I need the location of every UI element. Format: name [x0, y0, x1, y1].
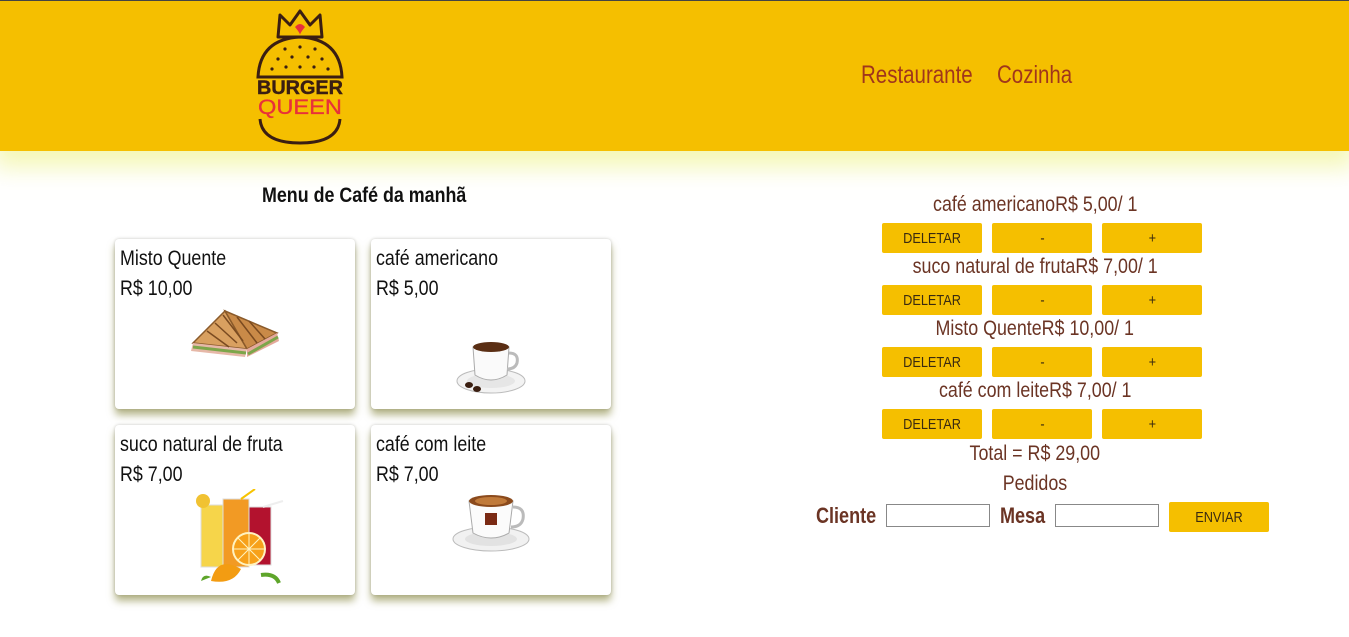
- delete-button[interactable]: DELETAR: [882, 285, 982, 315]
- menu-item-price: R$ 5,00: [376, 277, 439, 300]
- menu-item-card[interactable]: café americano R$ 5,00: [371, 239, 611, 409]
- menu-title: Menu de Café da manhã: [262, 184, 467, 207]
- espresso-cup-icon: [456, 342, 526, 394]
- client-label: Cliente: [816, 503, 877, 528]
- burger-queen-logo[interactable]: BURGER QUEEN: [250, 7, 350, 147]
- menu-item-price: R$ 10,00: [120, 277, 193, 300]
- order-item-text: café americanoR$ 5,00/ 1: [932, 193, 1138, 216]
- order-item-text: café com leiteR$ 7,00/ 1: [938, 379, 1132, 402]
- menu-item-price: R$ 7,00: [376, 463, 439, 486]
- client-input[interactable]: [886, 504, 990, 527]
- menu-item-name: café com leite: [376, 433, 487, 456]
- orders-label: Pedidos: [1002, 472, 1068, 495]
- menu-item-name: Misto Quente: [120, 247, 227, 270]
- delete-button[interactable]: DELETAR: [882, 409, 982, 439]
- nav-cozinha-link[interactable]: Cozinha: [997, 61, 1072, 90]
- logo-queen-text: QUEEN: [258, 96, 342, 119]
- table-input[interactable]: [1055, 504, 1159, 527]
- main-nav: Restaurante Cozinha: [861, 61, 1089, 90]
- juice-glasses-icon: [196, 489, 284, 584]
- increase-button[interactable]: +: [1102, 223, 1202, 253]
- table-label: Mesa: [1000, 503, 1046, 528]
- nav-restaurante-link[interactable]: Restaurante: [861, 61, 973, 90]
- menu-item-card[interactable]: café com leite R$ 7,00: [371, 425, 611, 595]
- order-item-text: Misto QuenteR$ 10,00/ 1: [935, 317, 1135, 340]
- menu-item-price: R$ 7,00: [120, 463, 183, 486]
- decrease-button[interactable]: -: [992, 409, 1092, 439]
- menu-item-name: suco natural de fruta: [120, 433, 283, 456]
- decrease-button[interactable]: -: [992, 285, 1092, 315]
- coffee-cup-icon: [452, 495, 530, 552]
- increase-button[interactable]: +: [1102, 347, 1202, 377]
- delete-button[interactable]: DELETAR: [882, 347, 982, 377]
- increase-button[interactable]: +: [1102, 409, 1202, 439]
- increase-button[interactable]: +: [1102, 285, 1202, 315]
- menu-item-card[interactable]: suco natural de fruta R$ 7,00: [115, 425, 355, 595]
- decrease-button[interactable]: -: [992, 347, 1092, 377]
- decrease-button[interactable]: -: [992, 223, 1092, 253]
- sandwich-icon: [191, 309, 279, 357]
- menu-item-name: café americano: [376, 247, 499, 270]
- delete-button[interactable]: DELETAR: [882, 223, 982, 253]
- order-total: Total = R$ 29,00: [969, 442, 1101, 465]
- menu-item-card[interactable]: Misto Quente R$ 10,00: [115, 239, 355, 409]
- app-header: BURGER QUEEN Restaurante Cozinha: [0, 0, 1349, 151]
- send-order-button[interactable]: ENVIAR: [1169, 502, 1269, 532]
- order-item-text: suco natural de frutaR$ 7,00/ 1: [912, 255, 1158, 278]
